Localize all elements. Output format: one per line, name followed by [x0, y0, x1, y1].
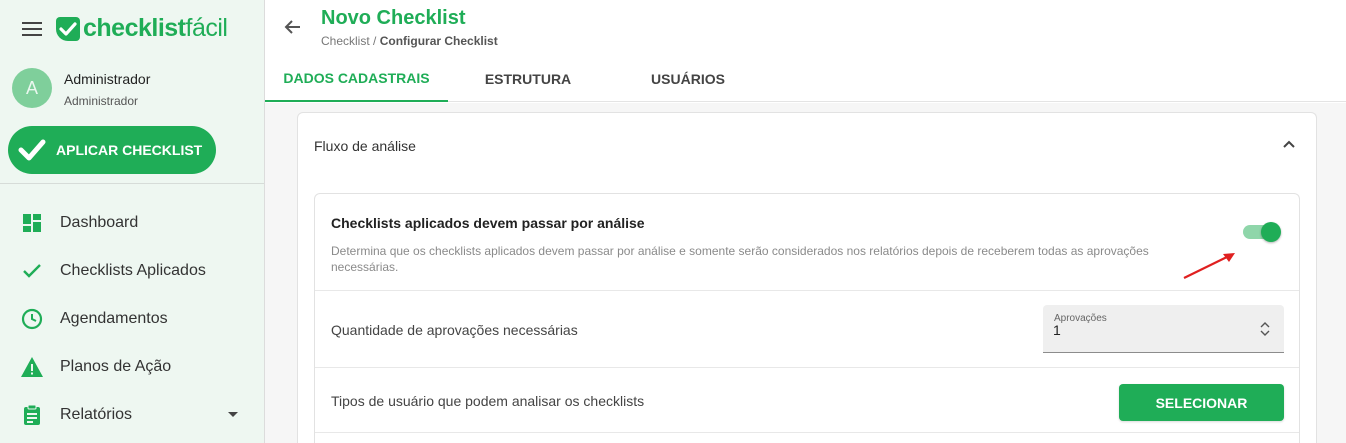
chevron-down-icon[interactable] [228, 412, 238, 417]
panel-title: Fluxo de análise [314, 138, 416, 154]
tab-bar: DADOS CADASTRAIS ESTRUTURA USUÁRIOS [265, 56, 1346, 102]
sidebar-divider [0, 183, 264, 184]
logo[interactable]: checklistfácil [56, 14, 228, 43]
stepper-icon[interactable] [1260, 322, 1270, 336]
sidebar-item-label: Agendamentos [60, 310, 168, 327]
annotation-arrow-icon [1183, 253, 1235, 279]
sidebar-item-relatorios[interactable]: Relatórios [0, 391, 264, 439]
logo-text: checklistfácil [83, 14, 228, 42]
analysis-toggle[interactable] [1243, 222, 1281, 242]
row-divider [315, 367, 1299, 368]
clock-icon [20, 307, 44, 331]
sidebar-item-label: Dashboard [60, 214, 139, 231]
user-name: Administrador [64, 70, 151, 87]
user-types-label: Tipos de usuário que podem analisar os c… [331, 393, 645, 409]
logo-check-icon [56, 16, 80, 41]
check-icon [18, 139, 46, 161]
breadcrumb-current: Configurar Checklist [379, 34, 498, 48]
breadcrumb-separator: / [369, 34, 380, 48]
back-arrow-icon[interactable] [283, 17, 303, 37]
approvals-label: Quantidade de aprovações necessárias [331, 322, 578, 338]
warning-icon [20, 355, 44, 379]
sidebar-item-planos-de-acao[interactable]: Planos de Ação [0, 343, 264, 391]
tab-estrutura[interactable]: ESTRUTURA [448, 56, 608, 102]
sidebar: checklistfácil A Administrador Administr… [0, 0, 265, 443]
sidebar-item-label: Checklists Aplicados [60, 262, 206, 279]
toggle-thumb [1261, 222, 1281, 242]
sidebar-item-label: Relatórios [60, 406, 133, 423]
apply-checklist-button[interactable]: APLICAR CHECKLIST [8, 126, 216, 174]
breadcrumb-root[interactable]: Checklist [321, 34, 370, 48]
sidebar-item-checklists-aplicados[interactable]: Checklists Aplicados [0, 247, 264, 295]
apply-checklist-label: APLICAR CHECKLIST [56, 142, 203, 158]
sidebar-nav: Dashboard Checklists Aplicados Agendamen… [0, 199, 264, 439]
check-icon [20, 259, 44, 283]
chevron-up-icon[interactable] [1282, 137, 1296, 151]
breadcrumb: Checklist / Configurar Checklist [321, 34, 498, 48]
approvals-input[interactable] [1053, 322, 1243, 338]
user-role: Administrador [64, 93, 139, 108]
analysis-settings-card: Checklists aplicados devem passar por an… [314, 193, 1300, 443]
sidebar-item-agendamentos[interactable]: Agendamentos [0, 295, 264, 343]
setting-description: Determina que os checklists aplicados de… [331, 244, 1149, 274]
user-profile[interactable]: A Administrador Administrador [12, 68, 150, 108]
clipboard-icon [20, 403, 44, 427]
sidebar-item-dashboard[interactable]: Dashboard [0, 199, 264, 247]
dashboard-icon [20, 211, 44, 235]
row-divider [315, 432, 1299, 433]
avatar: A [12, 68, 52, 108]
tab-dados-cadastrais[interactable]: DADOS CADASTRAIS [265, 56, 448, 102]
setting-title: Checklists aplicados devem passar por an… [331, 215, 645, 231]
select-button[interactable]: SELECIONAR [1119, 384, 1284, 421]
menu-icon[interactable] [22, 22, 42, 38]
sidebar-item-label: Planos de Ação [60, 358, 172, 375]
approvals-field[interactable]: Aprovações [1043, 305, 1284, 353]
row-divider [315, 290, 1299, 291]
page-title: Novo Checklist [321, 7, 466, 29]
tab-usuarios[interactable]: USUÁRIOS [608, 56, 768, 102]
